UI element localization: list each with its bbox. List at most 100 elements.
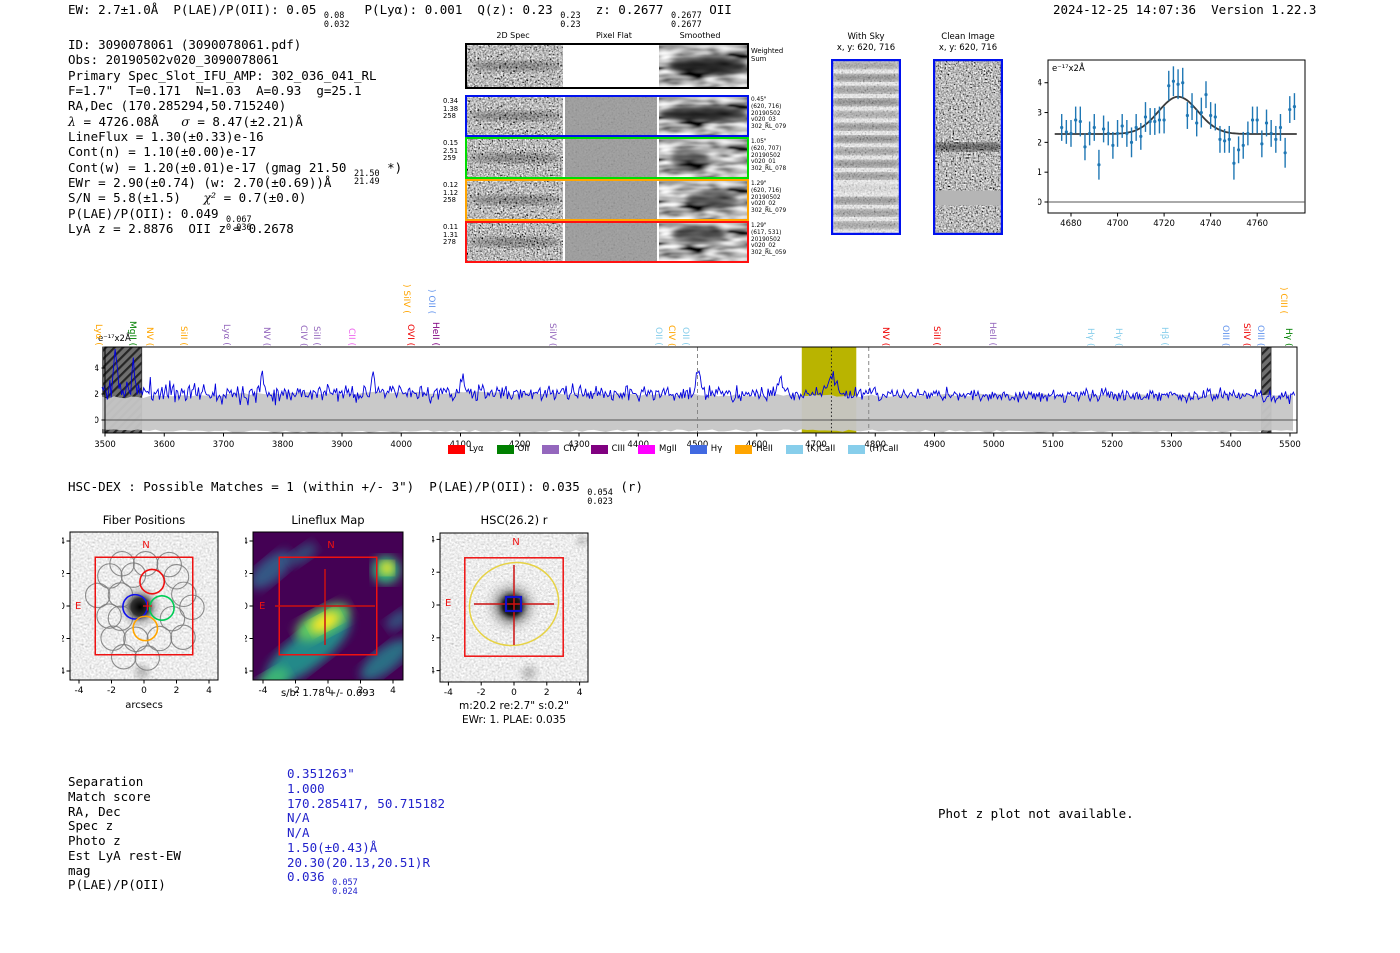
- svg-text:-4: -4: [75, 686, 84, 696]
- legend-label: CIII: [611, 444, 626, 454]
- svg-text:0: 0: [95, 416, 99, 426]
- with-sky-image: [831, 59, 901, 235]
- legend-item-OII: OII: [496, 444, 530, 454]
- twod-col-header: Pixel Flat: [596, 31, 632, 40]
- twod-row-right-labels: 1.29" (617, 531) 20190502 v020_02 302_RL_059: [751, 223, 787, 257]
- line-label-CIII: ) CIII (: [1278, 287, 1288, 314]
- twod-row-left-labels: 0.11 1.31 278: [443, 223, 459, 247]
- svg-text:-2: -2: [245, 635, 248, 645]
- svg-text:Fiber Positions: Fiber Positions: [103, 513, 186, 527]
- match-value: 0.036 0.057 0.024: [287, 869, 358, 897]
- svg-text:1: 1: [1038, 168, 1042, 178]
- twod-row-strip: [465, 179, 749, 221]
- svg-text:4: 4: [577, 688, 583, 698]
- match-label: RA, Dec: [68, 803, 121, 819]
- sky-panel-title: With Sky: [847, 32, 885, 42]
- twod-row-left-labels: 0.12 1.12 258: [443, 181, 459, 205]
- detection-info-block: ID: 3090078061 (3090078061.pdf) Obs: 2019…: [68, 37, 402, 236]
- twod-row-strip: [465, 137, 749, 179]
- svg-text:3700: 3700: [213, 440, 235, 450]
- svg-text:2: 2: [544, 688, 550, 698]
- svg-text:2: 2: [62, 570, 65, 580]
- legend-item-CIV: CIV: [542, 444, 578, 454]
- legend-swatch: [785, 444, 803, 454]
- svg-text:e⁻¹⁷x2Å: e⁻¹⁷x2Å: [1052, 62, 1085, 74]
- match-label: Est LyA rest-EW: [68, 847, 181, 863]
- svg-text:N: N: [327, 540, 334, 551]
- legend-label: OII: [517, 444, 530, 454]
- svg-text:E: E: [445, 598, 451, 609]
- svg-text:Lineflux Map: Lineflux Map: [291, 513, 364, 527]
- svg-text:4700: 4700: [1107, 219, 1129, 229]
- svg-text:m:20.2 re:2.7" s:0.2": m:20.2 re:2.7" s:0.2": [459, 700, 569, 712]
- svg-text:4: 4: [206, 686, 212, 696]
- legend-item-HCaII: (H)CaII: [848, 444, 898, 454]
- legend-label: CIV: [563, 444, 578, 454]
- twod-spec-section: 2D Spec Pixel Flat Smoothed Weighted Sum 0.3…: [443, 30, 813, 263]
- svg-text:4: 4: [62, 537, 65, 547]
- emission-line-fit-chart: 4680 4700 4720 4740 4760 0 1 2 3 4 e⁻¹⁷x2Å: [1038, 59, 1306, 229]
- info-line: λ = 4726.08Å σ = 8.47(±2.21)Å: [68, 113, 303, 129]
- match-table-labels: Separation Match score RA, Dec Spec z Photo …: [68, 774, 181, 892]
- info-line: Cont(w) = 1.20(±0.01)e-17 (gmag 21.50 21…: [68, 159, 403, 188]
- svg-text:-4: -4: [259, 686, 268, 696]
- svg-text:-2: -2: [477, 688, 486, 698]
- legend-label: Lyα: [469, 444, 484, 454]
- legend-item-CIII: CIII: [590, 444, 626, 454]
- twod-col-header: Smoothed: [679, 31, 721, 40]
- svg-text:-2: -2: [432, 634, 435, 644]
- match-label: Match score: [68, 788, 151, 804]
- svg-text:3: 3: [1038, 109, 1042, 119]
- match-value: 0.351263": [287, 766, 355, 781]
- legend-label: MgII: [659, 444, 677, 454]
- svg-text:4000: 4000: [390, 440, 412, 450]
- twod-row-left-labels: 0.34 1.38 258: [443, 97, 459, 121]
- line-label-SiIV: ) SiIV (: [401, 284, 411, 314]
- full-spectrum-chart: 3500360037003800390040004100420043004400…: [95, 346, 1301, 450]
- svg-text:2: 2: [432, 568, 435, 578]
- svg-text:3900: 3900: [331, 440, 353, 450]
- svg-text:s/b: 1.78 +/- 0.093: s/b: 1.78 +/- 0.093: [281, 688, 375, 699]
- legend-item-KCaII: (K)CaII: [785, 444, 835, 454]
- svg-text:-2: -2: [107, 686, 116, 696]
- legend-swatch: [735, 444, 753, 454]
- legend-swatch: [542, 444, 560, 454]
- fiber-positions-panel: Fiber Positions N E -4 -4 -2 -2 0 0 2 2 4 4 arcsecs: [62, 513, 219, 711]
- svg-text:HSC(26.2) r: HSC(26.2) r: [481, 513, 548, 527]
- sky-panel-title: Clean Image: [941, 32, 995, 42]
- svg-text:5000: 5000: [983, 440, 1005, 450]
- lineflux-map-panel: Lineflux MapNE-4-4-2-2002244s/b: 1.78 +/…: [245, 513, 404, 699]
- match-label: mag: [68, 862, 91, 878]
- svg-text:4680: 4680: [1060, 219, 1082, 229]
- twod-row-strip: [465, 221, 749, 263]
- svg-text:4: 4: [95, 364, 99, 374]
- info-line: Primary Spec_Slot_IFU_AMP: 302_036_041_R…: [68, 67, 377, 83]
- twod-row-strip: [465, 43, 749, 89]
- svg-text:arcsecs: arcsecs: [125, 700, 163, 711]
- match-value: 1.000: [287, 780, 325, 796]
- legend-swatch: [689, 444, 707, 454]
- hsc-match-summary: HSC-DEX : Possible Matches = 1 (within +…: [68, 479, 643, 507]
- svg-text:-2: -2: [62, 635, 65, 645]
- legend-item-Hγ: Hγ: [689, 444, 722, 454]
- svg-text:-4: -4: [245, 667, 248, 677]
- spectrum-legend: Lyα OII CIV CIII MgII Hγ HeII (K)CaII (H)CaII: [448, 444, 898, 454]
- svg-text:2: 2: [174, 686, 180, 696]
- twod-col-header: 2D Spec: [496, 31, 530, 40]
- match-value: 170.285417, 50.715182: [287, 795, 446, 811]
- match-table-values: 0.351263" 1.000 170.285417, 50.715182 N/A N/…: [287, 766, 446, 897]
- svg-text:5200: 5200: [1101, 440, 1123, 450]
- info-line: EWr = 2.90(±0.74) (w: 2.70(±0.69))Å: [68, 175, 332, 191]
- svg-text:N: N: [142, 540, 149, 551]
- info-line: ID: 3090078061 (3090078061.pdf): [68, 37, 302, 52]
- svg-text:4: 4: [432, 535, 435, 545]
- svg-text:E: E: [259, 601, 265, 612]
- svg-text:4: 4: [1038, 79, 1042, 89]
- summary-header: EW: 2.7±1.0Å P(LAE)/P(OII): 0.05 0.08 0.0…: [68, 2, 732, 30]
- svg-text:4720: 4720: [1153, 219, 1175, 229]
- legend-swatch: [848, 444, 866, 454]
- info-line: LineFlux = 1.30(±0.33)e-16: [68, 129, 264, 145]
- elixer-report-page: EW: 2.7±1.0Å P(LAE)/P(OII): 0.05 0.08 0.0…: [0, 0, 1400, 953]
- legend-swatch: [448, 444, 465, 454]
- sky-panel-coords: x, y: 620, 716: [938, 43, 998, 53]
